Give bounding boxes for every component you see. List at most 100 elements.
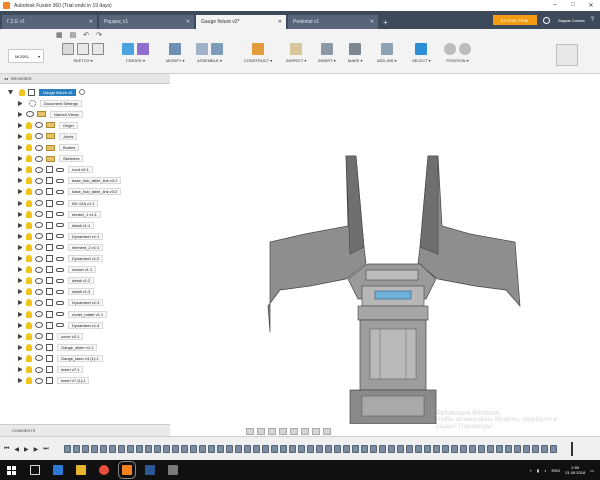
expand-arrow-icon[interactable] (18, 267, 23, 273)
expand-arrow-icon[interactable] (18, 367, 23, 372)
visibility-eye-icon[interactable] (35, 166, 43, 173)
lightbulb-icon[interactable] (26, 199, 32, 207)
go-to-end-icon[interactable]: ⏭ (43, 446, 48, 453)
expand-arrow-icon[interactable] (18, 300, 23, 306)
lightbulb-icon[interactable] (26, 221, 32, 229)
timeline-feature[interactable] (424, 445, 431, 453)
visibility-eye-icon[interactable] (35, 122, 43, 129)
redo-icon[interactable]: ↷ (96, 31, 102, 39)
extend-trial-button[interactable]: EXTEND TRIAL (493, 15, 538, 25)
browser-tree-item[interactable]: Document Settings (0, 98, 170, 108)
lightbulb-icon[interactable] (26, 366, 32, 373)
expand-arrow-icon[interactable] (18, 244, 23, 250)
fusion-taskbar-icon[interactable] (118, 461, 136, 479)
grid-settings-icon[interactable] (312, 427, 320, 435)
lightbulb-icon[interactable] (26, 354, 32, 362)
undo-icon[interactable]: ↶ (83, 31, 89, 39)
timeline-feature[interactable] (82, 445, 89, 453)
timeline-feature[interactable] (532, 445, 539, 453)
inspect-menu[interactable]: INSPECT ▾ (286, 58, 306, 63)
timeline-feature[interactable] (325, 445, 332, 453)
addins-menu[interactable]: ADD-INS ▾ (377, 58, 397, 63)
browser-tree-item[interactable]: Sketches (0, 154, 170, 164)
visibility-eye-icon[interactable] (35, 366, 43, 373)
timeline-feature[interactable] (271, 445, 278, 453)
timeline-feature[interactable] (172, 445, 179, 453)
timeline-feature[interactable] (496, 445, 503, 453)
joint-icon[interactable] (211, 43, 223, 55)
timeline-marker[interactable] (571, 442, 573, 456)
visibility-eye-icon[interactable] (35, 322, 43, 329)
visibility-eye-icon[interactable] (35, 200, 43, 206)
box-create-icon[interactable] (137, 43, 149, 55)
sketch-group[interactable]: SKETCH ▾ (62, 43, 104, 63)
word-icon[interactable] (145, 465, 155, 475)
lightbulb-icon[interactable] (26, 166, 32, 174)
file-menu-icon[interactable]: ▤ (70, 31, 77, 39)
insert-image-icon[interactable] (320, 43, 333, 55)
file-explorer-icon[interactable] (76, 465, 86, 475)
lightbulb-icon[interactable] (26, 132, 32, 140)
browser-tree-item[interactable]: insert v7 (1):1 (0, 376, 170, 386)
browser-tree-item[interactable]: cover v2:1 (0, 331, 170, 341)
comments-panel[interactable]: COMMENTS (0, 424, 170, 436)
timeline-feature[interactable] (352, 445, 359, 453)
expand-arrow-icon[interactable] (18, 189, 23, 195)
expand-arrow-icon[interactable] (18, 333, 23, 339)
lightbulb-icon[interactable] (26, 277, 32, 285)
timeline-feature[interactable] (415, 445, 422, 453)
timeline-feature[interactable] (199, 445, 206, 453)
extrude-icon[interactable] (122, 43, 134, 55)
lightbulb-icon[interactable] (26, 177, 32, 185)
addins-group[interactable]: ADD-INS ▾ (377, 43, 397, 63)
timeline-feature[interactable] (370, 445, 377, 453)
lightbulb-icon[interactable] (26, 210, 32, 218)
job-status-icon[interactable] (543, 16, 551, 24)
workspace-switcher[interactable]: MODEL ▾ (8, 49, 44, 63)
lightbulb-icon[interactable] (26, 343, 32, 351)
tab-document-3[interactable]: Gauge fixture v2* ✕ (196, 15, 286, 29)
timeline-feature[interactable] (136, 445, 143, 453)
browser-tree-item[interactable]: socket v1:1 (0, 265, 170, 275)
timeline-feature[interactable] (109, 445, 116, 453)
lightbulb-icon[interactable] (26, 232, 32, 240)
expand-arrow-icon[interactable] (18, 100, 23, 106)
expand-arrow-icon[interactable] (18, 156, 23, 162)
browser-tree-item[interactable]: Bodies (0, 143, 170, 153)
visibility-eye-icon[interactable] (35, 233, 43, 240)
expand-arrow-icon[interactable] (18, 122, 23, 128)
step-forward-icon[interactable]: ▶ (34, 446, 39, 453)
timeline-feature[interactable] (217, 445, 224, 453)
offset-plane-icon[interactable] (252, 43, 265, 55)
root-label[interactable]: Gauge fixture v2 (39, 88, 77, 96)
network-icon[interactable]: ▮ (537, 468, 539, 473)
new-component-icon[interactable] (196, 43, 208, 55)
model-canvas[interactable] (170, 74, 600, 424)
expand-arrow-icon[interactable] (18, 344, 23, 350)
timeline-feature[interactable] (469, 445, 476, 453)
lightbulb-icon[interactable] (26, 266, 32, 274)
browser-tree-item[interactable]: Origin (0, 120, 170, 130)
volume-icon[interactable]: ◖ (544, 468, 546, 473)
timeline-feature[interactable] (244, 445, 251, 453)
expand-arrow-icon[interactable] (18, 322, 23, 328)
step-back-icon[interactable]: ◀ (14, 446, 19, 453)
expand-arrow-icon[interactable] (18, 355, 23, 361)
gauge-fixture-model[interactable] (170, 74, 600, 424)
lightbulb-icon[interactable] (26, 255, 32, 262)
browser-tree-item[interactable]: NX-12A v1:1 (0, 198, 170, 208)
timeline-feature[interactable] (451, 445, 458, 453)
notifications-icon[interactable]: ▭ (590, 468, 594, 473)
expand-arrow-icon[interactable] (18, 289, 23, 295)
sketch-menu[interactable]: SKETCH ▾ (73, 58, 92, 63)
expand-arrow-icon[interactable] (18, 200, 23, 206)
tray-up-icon[interactable]: ˄ (530, 468, 532, 473)
visibility-eye-icon[interactable] (35, 311, 43, 317)
lightbulb-icon[interactable] (26, 144, 32, 151)
visibility-eye-icon[interactable] (26, 111, 34, 118)
rectangle-icon[interactable] (92, 43, 104, 55)
expand-arrow-icon[interactable] (18, 178, 23, 184)
close-icon[interactable]: ✕ (582, 2, 600, 9)
timeline-feature[interactable] (478, 445, 485, 453)
timeline-feature[interactable] (307, 445, 314, 453)
